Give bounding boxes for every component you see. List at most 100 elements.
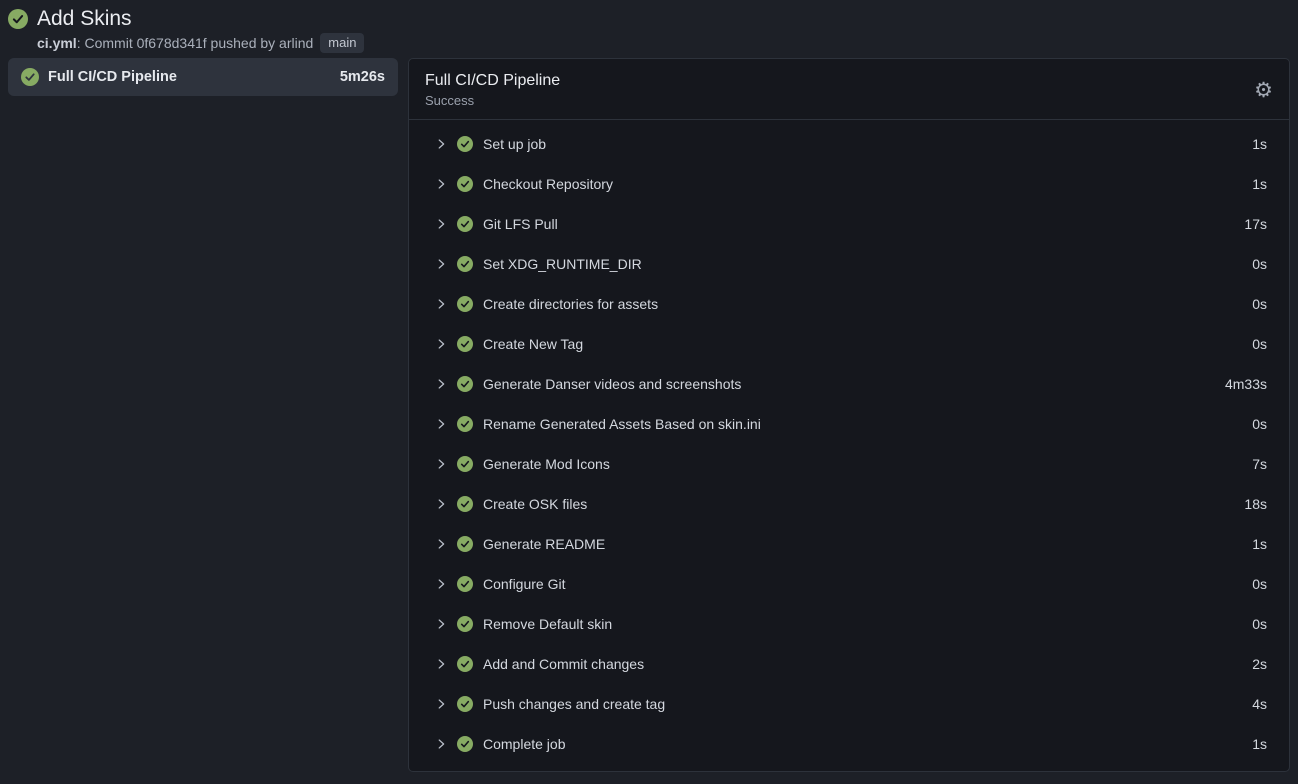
- run-subtitle: ci.yml: Commit 0f678d341f pushed by arli…: [37, 33, 364, 53]
- step-duration: 2s: [1252, 656, 1267, 672]
- step-success-check-icon: [457, 576, 473, 592]
- step-row[interactable]: Push changes and create tag 4s: [409, 684, 1289, 724]
- chevron-right-icon: [434, 337, 448, 351]
- step-row[interactable]: Add and Commit changes 2s: [409, 644, 1289, 684]
- run-layout: Full CI/CD Pipeline 5m26s Full CI/CD Pip…: [0, 58, 1298, 772]
- step-duration: 18s: [1244, 496, 1267, 512]
- step-row[interactable]: Checkout Repository 1s: [409, 164, 1289, 204]
- step-name: Generate README: [483, 536, 605, 552]
- chevron-right-icon: [434, 177, 448, 191]
- chevron-right-icon: [434, 697, 448, 711]
- workflow-file-name: ci.yml: [37, 35, 77, 51]
- step-success-check-icon: [457, 496, 473, 512]
- job-panel-title: Full CI/CD Pipeline: [425, 71, 560, 91]
- step-row[interactable]: Generate Mod Icons 7s: [409, 444, 1289, 484]
- job-sidebar: Full CI/CD Pipeline 5m26s: [8, 58, 398, 96]
- step-duration: 0s: [1252, 296, 1267, 312]
- step-duration: 0s: [1252, 336, 1267, 352]
- step-name: Remove Default skin: [483, 616, 612, 632]
- step-duration: 7s: [1252, 456, 1267, 472]
- step-success-check-icon: [457, 216, 473, 232]
- job-duration: 5m26s: [340, 69, 385, 85]
- step-duration: 0s: [1252, 256, 1267, 272]
- step-name: Push changes and create tag: [483, 696, 665, 712]
- chevron-right-icon: [434, 457, 448, 471]
- step-name: Create OSK files: [483, 496, 587, 512]
- step-name: Add and Commit changes: [483, 656, 644, 672]
- step-row[interactable]: Create directories for assets 0s: [409, 284, 1289, 324]
- step-name: Set XDG_RUNTIME_DIR: [483, 256, 642, 272]
- job-list-item[interactable]: Full CI/CD Pipeline 5m26s: [8, 58, 398, 96]
- job-list: Full CI/CD Pipeline 5m26s: [8, 58, 398, 96]
- step-name: Rename Generated Assets Based on skin.in…: [483, 416, 761, 432]
- step-success-check-icon: [457, 736, 473, 752]
- step-success-check-icon: [457, 696, 473, 712]
- step-duration: 1s: [1252, 736, 1267, 752]
- step-success-check-icon: [457, 376, 473, 392]
- branch-badge[interactable]: main: [320, 33, 364, 53]
- step-success-check-icon: [457, 296, 473, 312]
- commit-text: : Commit 0f678d341f pushed by arlind: [77, 35, 314, 51]
- chevron-right-icon: [434, 617, 448, 631]
- step-name: Complete job: [483, 736, 566, 752]
- run-success-check-icon: [8, 9, 28, 29]
- chevron-right-icon: [434, 737, 448, 751]
- chevron-right-icon: [434, 137, 448, 151]
- job-panel: Full CI/CD Pipeline Success ⚙ Set up job…: [408, 58, 1290, 772]
- step-name: Set up job: [483, 136, 546, 152]
- step-name: Configure Git: [483, 576, 565, 592]
- chevron-right-icon: [434, 577, 448, 591]
- step-row[interactable]: Generate Danser videos and screenshots 4…: [409, 364, 1289, 404]
- chevron-right-icon: [434, 657, 448, 671]
- step-duration: 1s: [1252, 136, 1267, 152]
- chevron-right-icon: [434, 297, 448, 311]
- step-success-check-icon: [457, 256, 473, 272]
- step-name: Generate Mod Icons: [483, 456, 610, 472]
- step-name: Checkout Repository: [483, 176, 613, 192]
- step-name: Create directories for assets: [483, 296, 658, 312]
- step-row[interactable]: Complete job 1s: [409, 724, 1289, 764]
- step-duration: 1s: [1252, 176, 1267, 192]
- step-row[interactable]: Configure Git 0s: [409, 564, 1289, 604]
- step-duration: 0s: [1252, 576, 1267, 592]
- step-success-check-icon: [457, 456, 473, 472]
- step-row[interactable]: Create OSK files 18s: [409, 484, 1289, 524]
- step-name: Generate Danser videos and screenshots: [483, 376, 741, 392]
- step-row[interactable]: Rename Generated Assets Based on skin.in…: [409, 404, 1289, 444]
- step-success-check-icon: [457, 616, 473, 632]
- step-row[interactable]: Create New Tag 0s: [409, 324, 1289, 364]
- steps-list: Set up job 1s Checkout Repository 1s: [409, 120, 1289, 771]
- chevron-right-icon: [434, 417, 448, 431]
- chevron-right-icon: [434, 537, 448, 551]
- chevron-right-icon: [434, 497, 448, 511]
- step-duration: 1s: [1252, 536, 1267, 552]
- step-row[interactable]: Remove Default skin 0s: [409, 604, 1289, 644]
- step-duration: 0s: [1252, 616, 1267, 632]
- step-duration: 0s: [1252, 416, 1267, 432]
- job-status-text: Success: [425, 93, 560, 109]
- step-row[interactable]: Set up job 1s: [409, 124, 1289, 164]
- step-duration: 17s: [1244, 216, 1267, 232]
- step-duration: 4s: [1252, 696, 1267, 712]
- step-row[interactable]: Generate README 1s: [409, 524, 1289, 564]
- step-success-check-icon: [457, 136, 473, 152]
- step-success-check-icon: [457, 176, 473, 192]
- step-row[interactable]: Set XDG_RUNTIME_DIR 0s: [409, 244, 1289, 284]
- chevron-right-icon: [434, 257, 448, 271]
- step-success-check-icon: [457, 536, 473, 552]
- step-success-check-icon: [457, 656, 473, 672]
- gear-icon[interactable]: ⚙: [1254, 80, 1273, 101]
- chevron-right-icon: [434, 377, 448, 391]
- job-success-check-icon: [21, 68, 39, 86]
- job-name: Full CI/CD Pipeline: [48, 69, 177, 85]
- job-panel-header: Full CI/CD Pipeline Success ⚙: [409, 59, 1289, 120]
- step-success-check-icon: [457, 416, 473, 432]
- step-duration: 4m33s: [1225, 376, 1267, 392]
- step-success-check-icon: [457, 336, 473, 352]
- run-header: Add Skins ci.yml: Commit 0f678d341f push…: [0, 0, 1298, 58]
- step-name: Create New Tag: [483, 336, 583, 352]
- step-name: Git LFS Pull: [483, 216, 558, 232]
- step-row[interactable]: Git LFS Pull 17s: [409, 204, 1289, 244]
- run-title: Add Skins: [37, 6, 364, 31]
- chevron-right-icon: [434, 217, 448, 231]
